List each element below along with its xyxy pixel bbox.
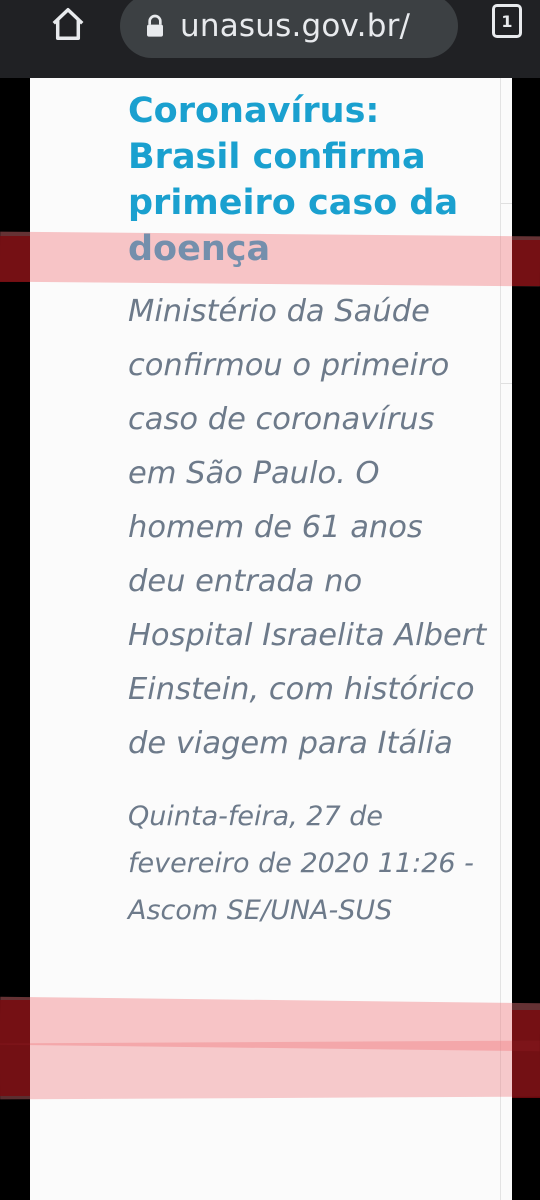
home-button[interactable] — [44, 2, 92, 46]
article-title[interactable]: Coronavírus: Brasil confirma primeiro ca… — [128, 88, 488, 272]
article-date-author: Quinta-feira, 27 de fevereiro de 2020 11… — [128, 801, 474, 926]
sidebar-rule — [501, 383, 512, 384]
highlight-mark-edge — [512, 240, 540, 286]
article-summary: Ministério da Saúde confirmou o primeiro… — [128, 294, 487, 761]
highlight-mark-edge — [0, 236, 30, 282]
highlight-mark-edge — [0, 1000, 30, 1096]
highlight-mark-edge — [512, 1010, 540, 1098]
sidebar-rule — [501, 203, 512, 204]
tab-count: 1 — [501, 11, 513, 31]
page-content: Coronavírus: Brasil confirma primeiro ca… — [30, 78, 512, 1200]
url-text: unasus.gov.br/ — [180, 8, 411, 44]
address-bar[interactable]: unasus.gov.br/ — [120, 0, 458, 58]
tab-switcher-button[interactable]: 1 — [492, 4, 522, 38]
browser-toolbar: unasus.gov.br/ 1 — [0, 0, 540, 78]
sidebar-divider — [500, 78, 501, 1200]
lock-icon — [147, 14, 163, 37]
home-icon — [52, 8, 84, 40]
news-article: Coronavírus: Brasil confirma primeiro ca… — [128, 88, 488, 934]
